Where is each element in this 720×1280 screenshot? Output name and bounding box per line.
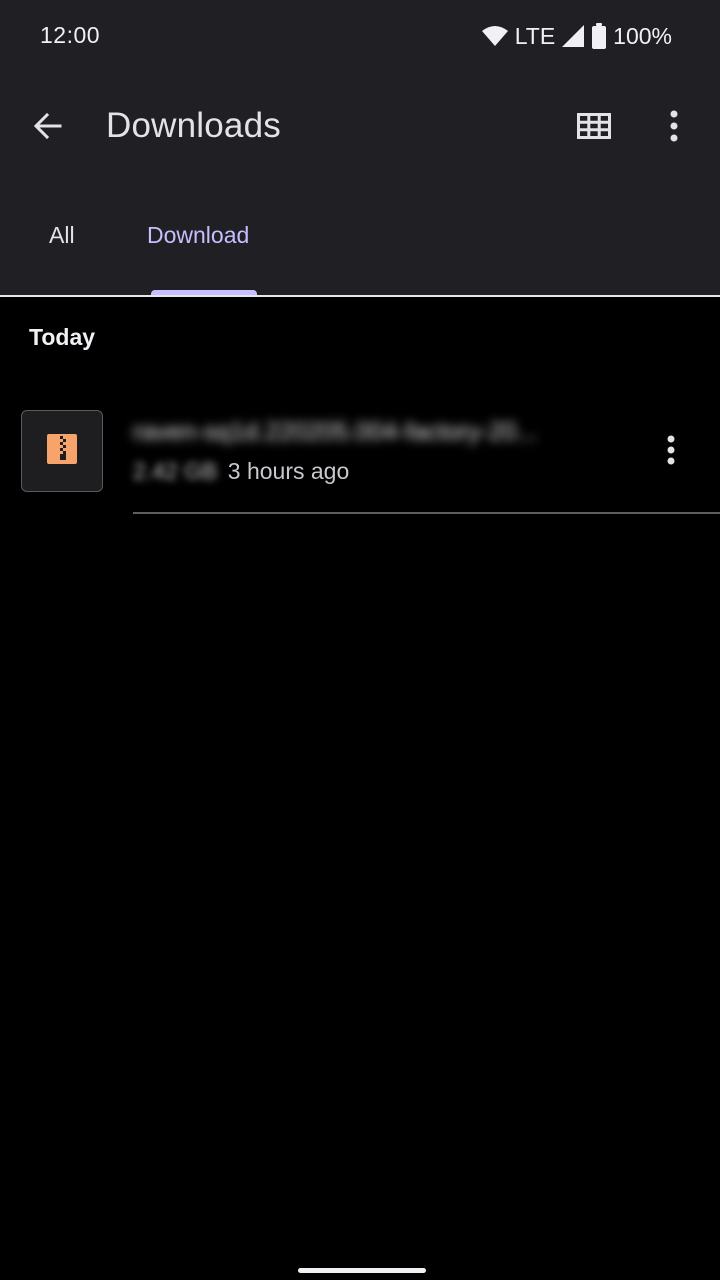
signal-icon [561,24,585,48]
zip-archive-icon [46,433,78,470]
list-divider [133,512,720,514]
file-more-options-button[interactable] [647,428,695,476]
file-time: 3 hours ago [227,458,350,484]
wifi-icon [481,24,509,48]
toolbar: Downloads [0,80,720,176]
app-bar-divider [0,295,720,297]
file-name: raven-sq1d.220205.004-factory-20... [133,418,538,446]
more-vert-icon [670,110,678,147]
battery-percent: 100% [613,22,672,49]
app-bar: 12:00 LTE 100% Downloads All Download [0,0,720,295]
gesture-nav-handle[interactable] [298,1268,426,1273]
back-button[interactable] [24,104,72,152]
network-type: LTE [514,22,556,49]
list-item[interactable]: raven-sq1d.220205.004-factory-20... 2.42… [0,392,720,512]
more-options-button[interactable] [650,104,698,152]
status-time: 12:00 [40,22,101,48]
file-size: 2.42 GB [133,458,218,484]
more-vert-icon [667,435,675,470]
tab-bar: All Download [0,200,720,295]
grid-view-button[interactable] [570,104,618,152]
status-bar: 12:00 LTE 100% [0,0,720,72]
grid-view-icon [577,112,611,144]
tab-all[interactable]: All [49,222,75,249]
file-meta: 2.42 GB 3 hours ago [133,458,349,485]
file-thumbnail [21,410,103,492]
section-header-today: Today [29,324,96,350]
battery-icon [591,23,607,49]
page-title: Downloads [106,106,281,145]
tab-download[interactable]: Download [147,222,249,249]
status-icons: LTE 100% [481,20,672,52]
back-arrow-icon [32,110,64,147]
